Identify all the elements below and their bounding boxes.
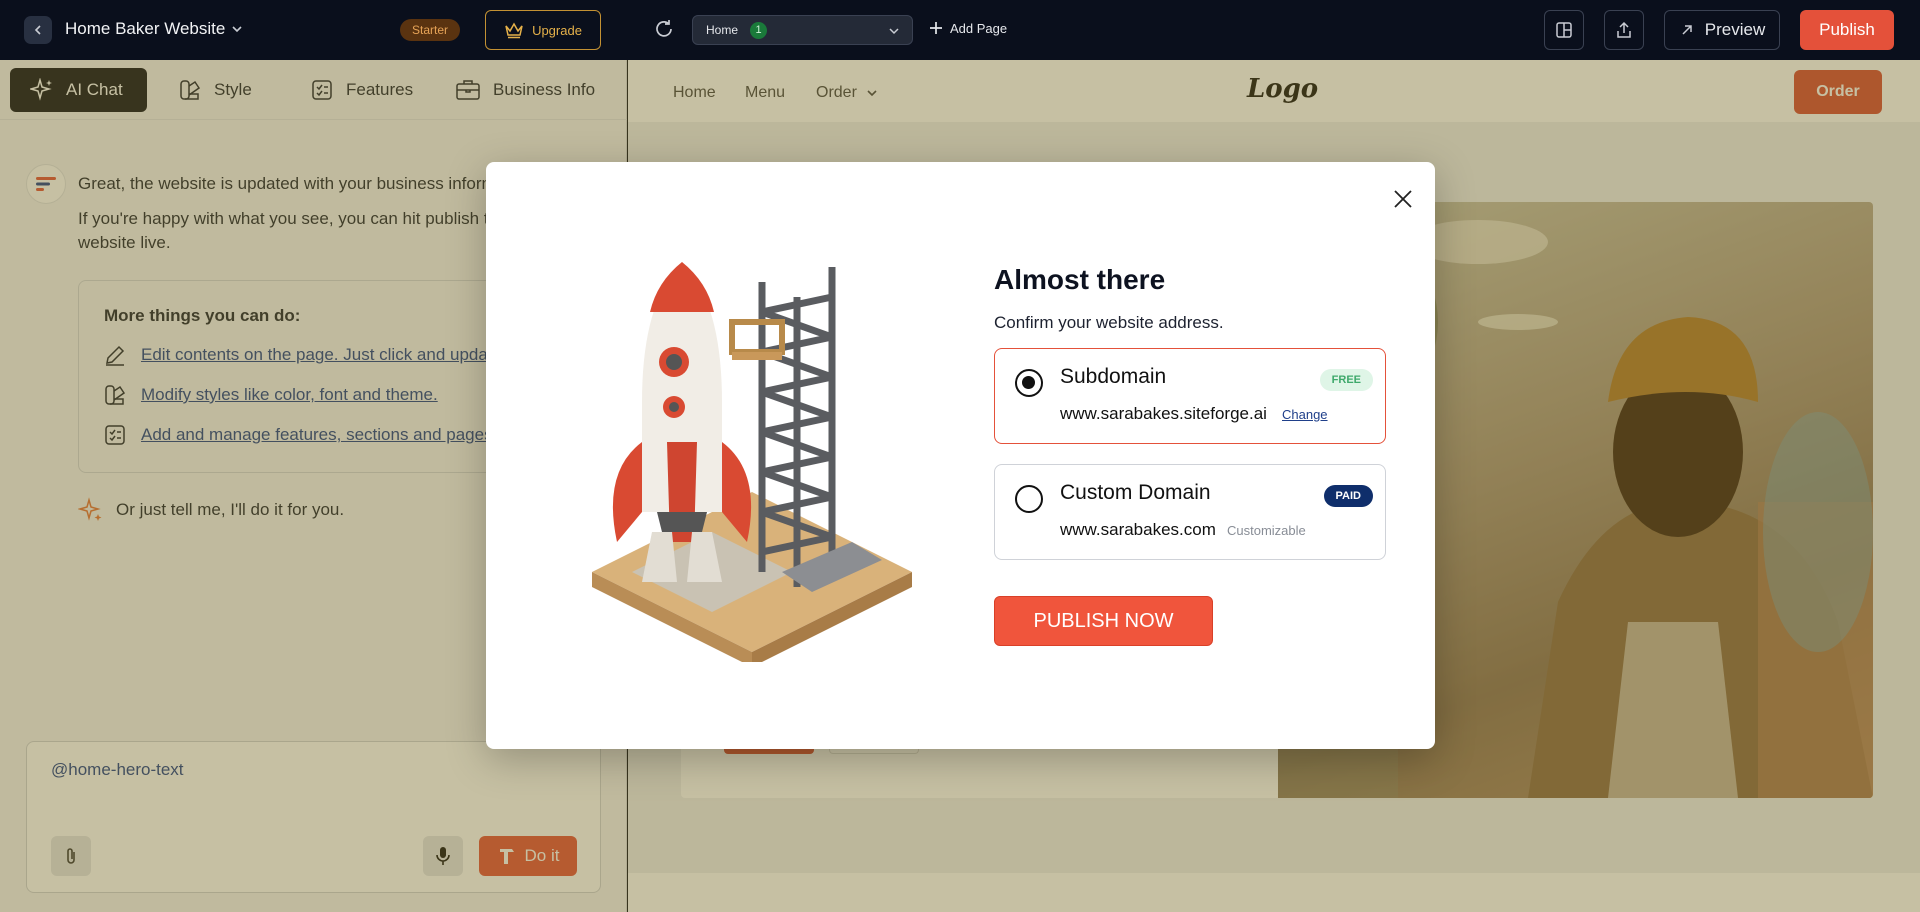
publish-modal: Almost there Confirm your website addres… <box>486 162 1435 749</box>
close-icon[interactable] <box>1391 187 1415 211</box>
publish-button[interactable]: Publish <box>1800 10 1894 50</box>
share-button[interactable] <box>1604 10 1644 50</box>
rocket-illustration <box>592 262 912 662</box>
upgrade-label: Upgrade <box>532 22 582 38</box>
layout-icon <box>1556 22 1572 38</box>
page-selector-label: Home <box>706 23 739 37</box>
top-bar: Home Baker Website Starter Upgrade Home … <box>0 0 1920 60</box>
modal-subtitle: Confirm your website address. <box>994 313 1224 332</box>
modal-title: Almost there <box>994 264 1166 295</box>
page-count-badge: 1 <box>750 22 767 39</box>
preview-label: Preview <box>1704 20 1766 39</box>
back-button[interactable] <box>24 16 52 44</box>
publish-now-button[interactable]: PUBLISH NOW <box>994 596 1213 646</box>
refresh-icon[interactable] <box>652 17 676 41</box>
page-selector[interactable]: Home 1 <box>692 15 913 45</box>
site-name[interactable]: Home Baker Website <box>65 19 225 39</box>
paid-badge: PAID <box>1323 485 1373 507</box>
option-title: Subdomain <box>1060 365 1167 388</box>
add-page-button[interactable]: Add Page <box>928 20 1007 36</box>
chevron-down-icon[interactable] <box>230 22 244 36</box>
add-page-label: Add Page <box>950 20 1008 36</box>
customizable-note: Customizable <box>1227 523 1306 538</box>
free-badge: FREE <box>1319 369 1373 391</box>
arrow-up-right-icon <box>1682 25 1692 35</box>
share-icon <box>1617 21 1631 38</box>
site-structure-button[interactable] <box>1544 10 1584 50</box>
chevron-down-icon <box>889 28 899 35</box>
subdomain-radio[interactable] <box>1015 369 1043 397</box>
option-title: Custom Domain <box>1060 481 1211 504</box>
plus-icon <box>930 22 942 34</box>
custom-domain-option[interactable]: Custom Domain PAID www.sarabakes.com Cus… <box>994 464 1386 560</box>
custom-domain-radio[interactable] <box>1015 485 1043 513</box>
custom-domain-url: www.sarabakes.com <box>1060 520 1216 539</box>
subdomain-option[interactable]: Subdomain FREE www.sarabakes.siteforge.a… <box>994 348 1386 444</box>
chevron-left-icon <box>34 25 41 35</box>
subdomain-url: www.sarabakes.siteforge.ai <box>1060 404 1267 423</box>
upgrade-button[interactable]: Upgrade <box>485 10 601 50</box>
plan-badge: Starter <box>400 19 461 41</box>
crown-icon <box>505 22 523 39</box>
change-subdomain-link[interactable]: Change <box>1282 407 1328 422</box>
preview-button[interactable]: Preview <box>1664 10 1780 50</box>
